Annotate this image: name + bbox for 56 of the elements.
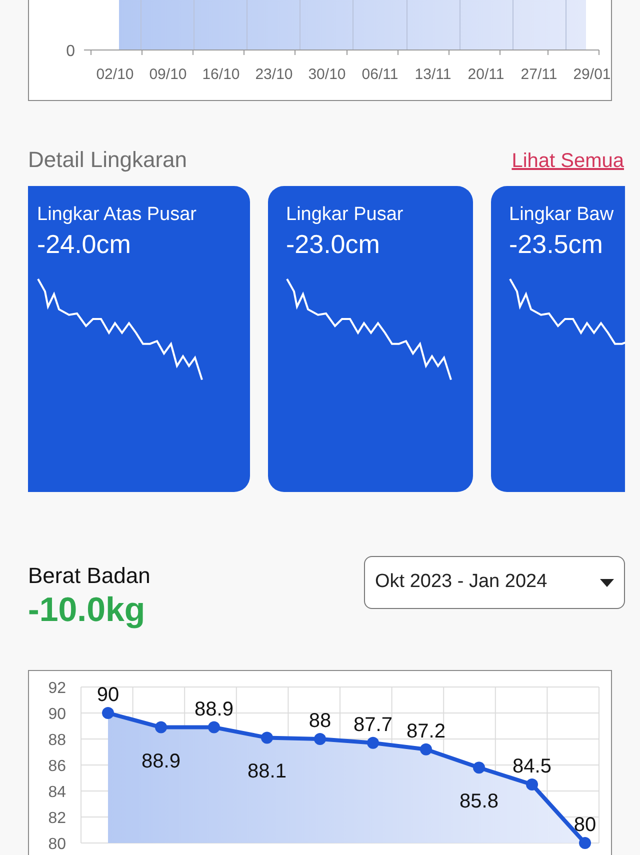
see-all-link[interactable]: Lihat Semua [512,146,624,176]
data-label: 88.9 [194,698,234,720]
axis-label: 82 [48,810,66,827]
stat-card[interactable]: Lingkar Baw -23.5cm [491,186,625,492]
axis-label: 86 [48,758,66,775]
data-point [526,778,538,790]
axis-label: 02/10 [96,66,134,83]
data-label: 88.9 [142,750,180,772]
axis-label: 30/10 [308,66,346,83]
card-value: -24.0cm [37,228,132,260]
data-point [155,721,167,734]
axis-label: 29/01 [573,66,611,83]
card-label: Lingkar Atas Pusar [37,203,198,227]
axis-label: 84 [48,784,66,801]
axis-label: 06/11 [362,66,398,83]
axis-label: 80 [48,836,66,853]
card-label: Lingkar Baw [509,203,615,227]
caret-icon [600,578,614,586]
data-label: 85.8 [460,790,498,813]
sparkline-icon [286,278,452,382]
data-label: 90 [96,684,120,706]
data-label: 88 [308,710,332,732]
period-dropdown[interactable]: Okt 2023 - Jan 2024 [364,556,625,609]
data-point [579,837,591,849]
sparkline-icon [509,278,625,346]
data-point [473,762,485,774]
axis-label: 90 [48,706,66,723]
axis-label: 88 [48,732,66,749]
axis-label: 13/11 [414,66,452,83]
axis-label: 23/10 [255,66,293,83]
axis-label: 92 [48,680,66,697]
axis-label: 20/11 [468,66,504,83]
data-point [420,743,432,756]
data-point [367,736,379,749]
data-label: 87.7 [354,714,392,736]
data-label: 84.5 [512,756,552,778]
axis-label: 27/11 [520,66,558,83]
axis-label: 0 [66,43,75,60]
card-label: Lingkar Pusar [286,203,404,227]
data-point [261,732,273,744]
axis-label: 09/10 [149,66,187,83]
weight-change: -10.0kg [28,590,146,630]
stat-card[interactable]: Lingkar Pusar -23.0cm [268,186,473,492]
data-label: 88.1 [248,760,286,783]
card-value: -23.0cm [286,228,381,260]
data-label: 80 [574,814,596,836]
card-value: -23.5cm [509,228,604,260]
section-title: Detail Lingkaran [28,146,187,174]
sparkline-icon [37,278,203,382]
data-label: 87.2 [406,720,446,742]
stat-card[interactable]: Lingkar Atas Pusar -24.0cm [28,186,250,492]
section-title: Berat Badan [28,562,150,590]
axis-label: 16/10 [202,66,240,83]
data-point [314,733,326,745]
data-point [102,707,114,719]
data-point [208,721,220,734]
